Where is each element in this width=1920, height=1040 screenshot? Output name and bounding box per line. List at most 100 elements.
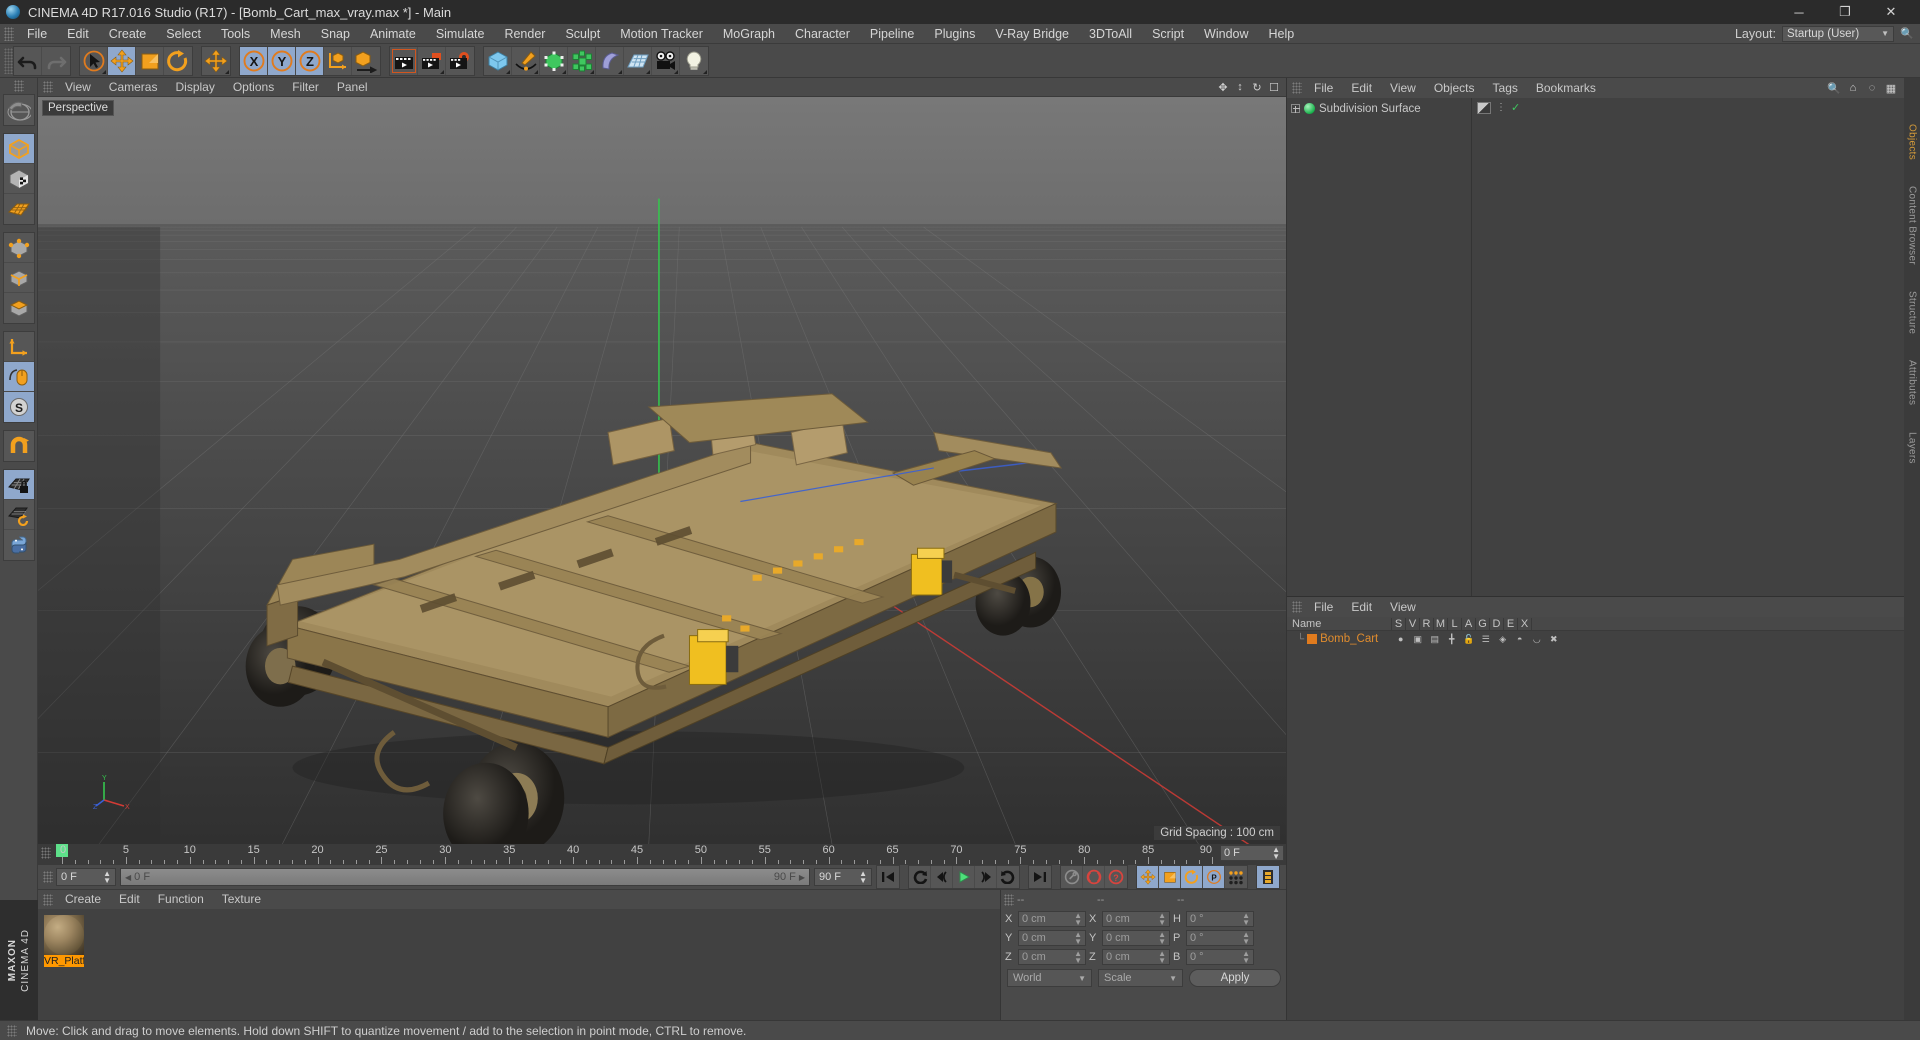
menu-sculpt[interactable]: Sculpt — [555, 24, 610, 44]
close-button[interactable]: ✕ — [1868, 0, 1914, 24]
layer-expressions-icon[interactable]: ◡ — [1531, 634, 1542, 645]
subdivision-tag-icon[interactable] — [1477, 101, 1491, 114]
layer-deformers-icon[interactable]: ◓ — [1514, 634, 1525, 645]
search-icon[interactable]: 🔍 — [1827, 81, 1841, 95]
menu-tools[interactable]: Tools — [211, 24, 260, 44]
material-list[interactable]: VR_Platf — [38, 909, 1000, 1020]
spinner-icon[interactable]: ▲ ▼ — [1158, 912, 1166, 927]
object-menu-view[interactable]: View — [1381, 78, 1425, 98]
size-y-field[interactable]: 0 cm ▲ ▼ — [1102, 930, 1170, 946]
redo-button[interactable] — [42, 46, 70, 75]
size-x-field[interactable]: 0 cm ▲ ▼ — [1102, 911, 1170, 927]
rotation-p-field[interactable]: 0 ° ▲ ▼ — [1186, 930, 1254, 946]
point-level-animation-button[interactable] — [1225, 866, 1247, 888]
material-menu-create[interactable]: Create — [56, 890, 110, 909]
menu-pipeline[interactable]: Pipeline — [860, 24, 924, 44]
rotate-view-icon[interactable]: ↻ — [1250, 80, 1264, 94]
menu-motion-tracker[interactable]: Motion Tracker — [610, 24, 713, 44]
spinner-icon[interactable]: ▲ ▼ — [1074, 931, 1082, 946]
record-active-objects-button[interactable] — [1061, 866, 1083, 888]
move-tool[interactable] — [108, 46, 136, 75]
minimize-button[interactable]: ─ — [1776, 0, 1822, 24]
render-to-picture-viewer-button[interactable] — [418, 46, 446, 75]
range-end-arrow-icon[interactable]: ▶ — [799, 873, 805, 882]
spinner-icon[interactable]: ▲ ▼ — [1074, 950, 1082, 965]
add-deformer-button[interactable] — [596, 46, 624, 75]
coordinate-system-select[interactable]: World ▼ — [1007, 969, 1092, 987]
workplane-lock-button[interactable] — [3, 470, 34, 500]
viewport-menu-view[interactable]: View — [56, 78, 100, 97]
material-menu-function[interactable]: Function — [149, 890, 213, 909]
menu-plugins[interactable]: Plugins — [924, 24, 985, 44]
enable-axis-modification-button[interactable] — [3, 362, 34, 392]
viewport-menu-panel[interactable]: Panel — [328, 78, 377, 97]
material-item[interactable]: VR_Platf — [44, 915, 84, 967]
position-z-field[interactable]: 0 cm ▲ ▼ — [1018, 949, 1086, 965]
rotation-b-field[interactable]: 0 ° ▲ ▼ — [1186, 949, 1254, 965]
object-menu-bookmarks[interactable]: Bookmarks — [1527, 78, 1605, 98]
object-menu-objects[interactable]: Objects — [1425, 78, 1484, 98]
texture-mode-button[interactable] — [3, 194, 34, 224]
object-tree[interactable]: Subdivision Surface — [1287, 98, 1472, 596]
add-cube-button[interactable] — [484, 46, 512, 75]
parameter-key-button[interactable]: P — [1203, 866, 1225, 888]
soft-selection-button[interactable]: S — [3, 392, 34, 422]
layer-menu-edit[interactable]: Edit — [1342, 597, 1381, 617]
viewport-grip-handle[interactable] — [43, 81, 53, 93]
menu-edit[interactable]: Edit — [57, 24, 99, 44]
layer-menu-view[interactable]: View — [1381, 597, 1425, 617]
range-start-arrow-icon[interactable]: ◀ — [125, 873, 131, 882]
layer-animation-icon[interactable]: ☰ — [1480, 634, 1491, 645]
autokeying-button[interactable] — [1083, 866, 1105, 888]
material-menu-texture[interactable]: Texture — [213, 890, 270, 909]
menu-window[interactable]: Window — [1194, 24, 1258, 44]
add-generator-button[interactable] — [540, 46, 568, 75]
toolbar-grip-handle[interactable] — [4, 47, 13, 74]
keyframe-selection-button[interactable]: ? — [1105, 866, 1127, 888]
object-axis-button[interactable] — [3, 332, 34, 362]
polygons-mode-button[interactable] — [3, 293, 34, 323]
go-to-next-frame-button[interactable] — [975, 866, 997, 888]
layer-row[interactable]: └ Bomb_Cart ● ▣ ▤ ╋ 🔓 ☰ ◈ ◓ ◡ ✖ — [1287, 631, 1904, 647]
layer-visible-icon[interactable]: ▣ — [1412, 634, 1423, 645]
search-icon[interactable]: 🔍 — [1900, 27, 1914, 41]
expand-icon[interactable] — [1291, 104, 1300, 113]
panel-icon[interactable]: ▦ — [1884, 81, 1898, 95]
preview-end-field[interactable]: 90 F ▲ ▼ — [814, 868, 872, 886]
go-to-next-key-button[interactable] — [997, 866, 1019, 888]
object-manager-body[interactable]: Subdivision Surface ⋮ ✓ — [1287, 98, 1904, 596]
coordinate-mode-select[interactable]: Scale ▼ — [1098, 969, 1183, 987]
current-frame-field[interactable]: 0 F ▲ ▼ — [56, 868, 116, 886]
go-to-previous-frame-button[interactable] — [931, 866, 953, 888]
timeline-toggle-button[interactable] — [1257, 866, 1279, 888]
spinner-icon[interactable]: ▲ ▼ — [1242, 931, 1250, 946]
python-script-button[interactable] — [3, 530, 34, 560]
menu-render[interactable]: Render — [494, 24, 555, 44]
play-button[interactable] — [953, 866, 975, 888]
menu-animate[interactable]: Animate — [360, 24, 426, 44]
spinner-icon[interactable]: ▲ ▼ — [103, 870, 111, 885]
layer-generators-icon[interactable]: ◈ — [1497, 634, 1508, 645]
workplane-rotate-button[interactable] — [3, 500, 34, 530]
rotation-h-field[interactable]: 0 ° ▲ ▼ — [1186, 911, 1254, 927]
spinner-icon[interactable]: ▲ ▼ — [1158, 950, 1166, 965]
material-menu-edit[interactable]: Edit — [110, 890, 149, 909]
scale-key-button[interactable] — [1159, 866, 1181, 888]
left-toolbar-grip[interactable] — [13, 80, 24, 92]
menu-character[interactable]: Character — [785, 24, 860, 44]
add-mograph-button[interactable] — [568, 46, 596, 75]
time-slider[interactable]: ◀ 0 F 90 F ▶ — [120, 868, 810, 886]
menu-simulate[interactable]: Simulate — [426, 24, 495, 44]
spinner-icon[interactable]: ▲ ▼ — [1272, 846, 1280, 861]
scale-tool[interactable] — [136, 46, 164, 75]
object-axis-toggle[interactable] — [352, 46, 380, 75]
render-view-button[interactable] — [390, 46, 418, 75]
go-to-start-button[interactable] — [877, 866, 899, 888]
coordinates-grip[interactable] — [1004, 893, 1014, 906]
menu-file[interactable]: File — [17, 24, 57, 44]
edge-tab-objects[interactable]: Objects — [1907, 124, 1918, 160]
move-tool-alt[interactable] — [202, 46, 230, 75]
menu-mesh[interactable]: Mesh — [260, 24, 311, 44]
zoom-view-icon[interactable]: ↕ — [1233, 80, 1247, 94]
home-icon[interactable]: ⌂ — [1846, 81, 1860, 95]
